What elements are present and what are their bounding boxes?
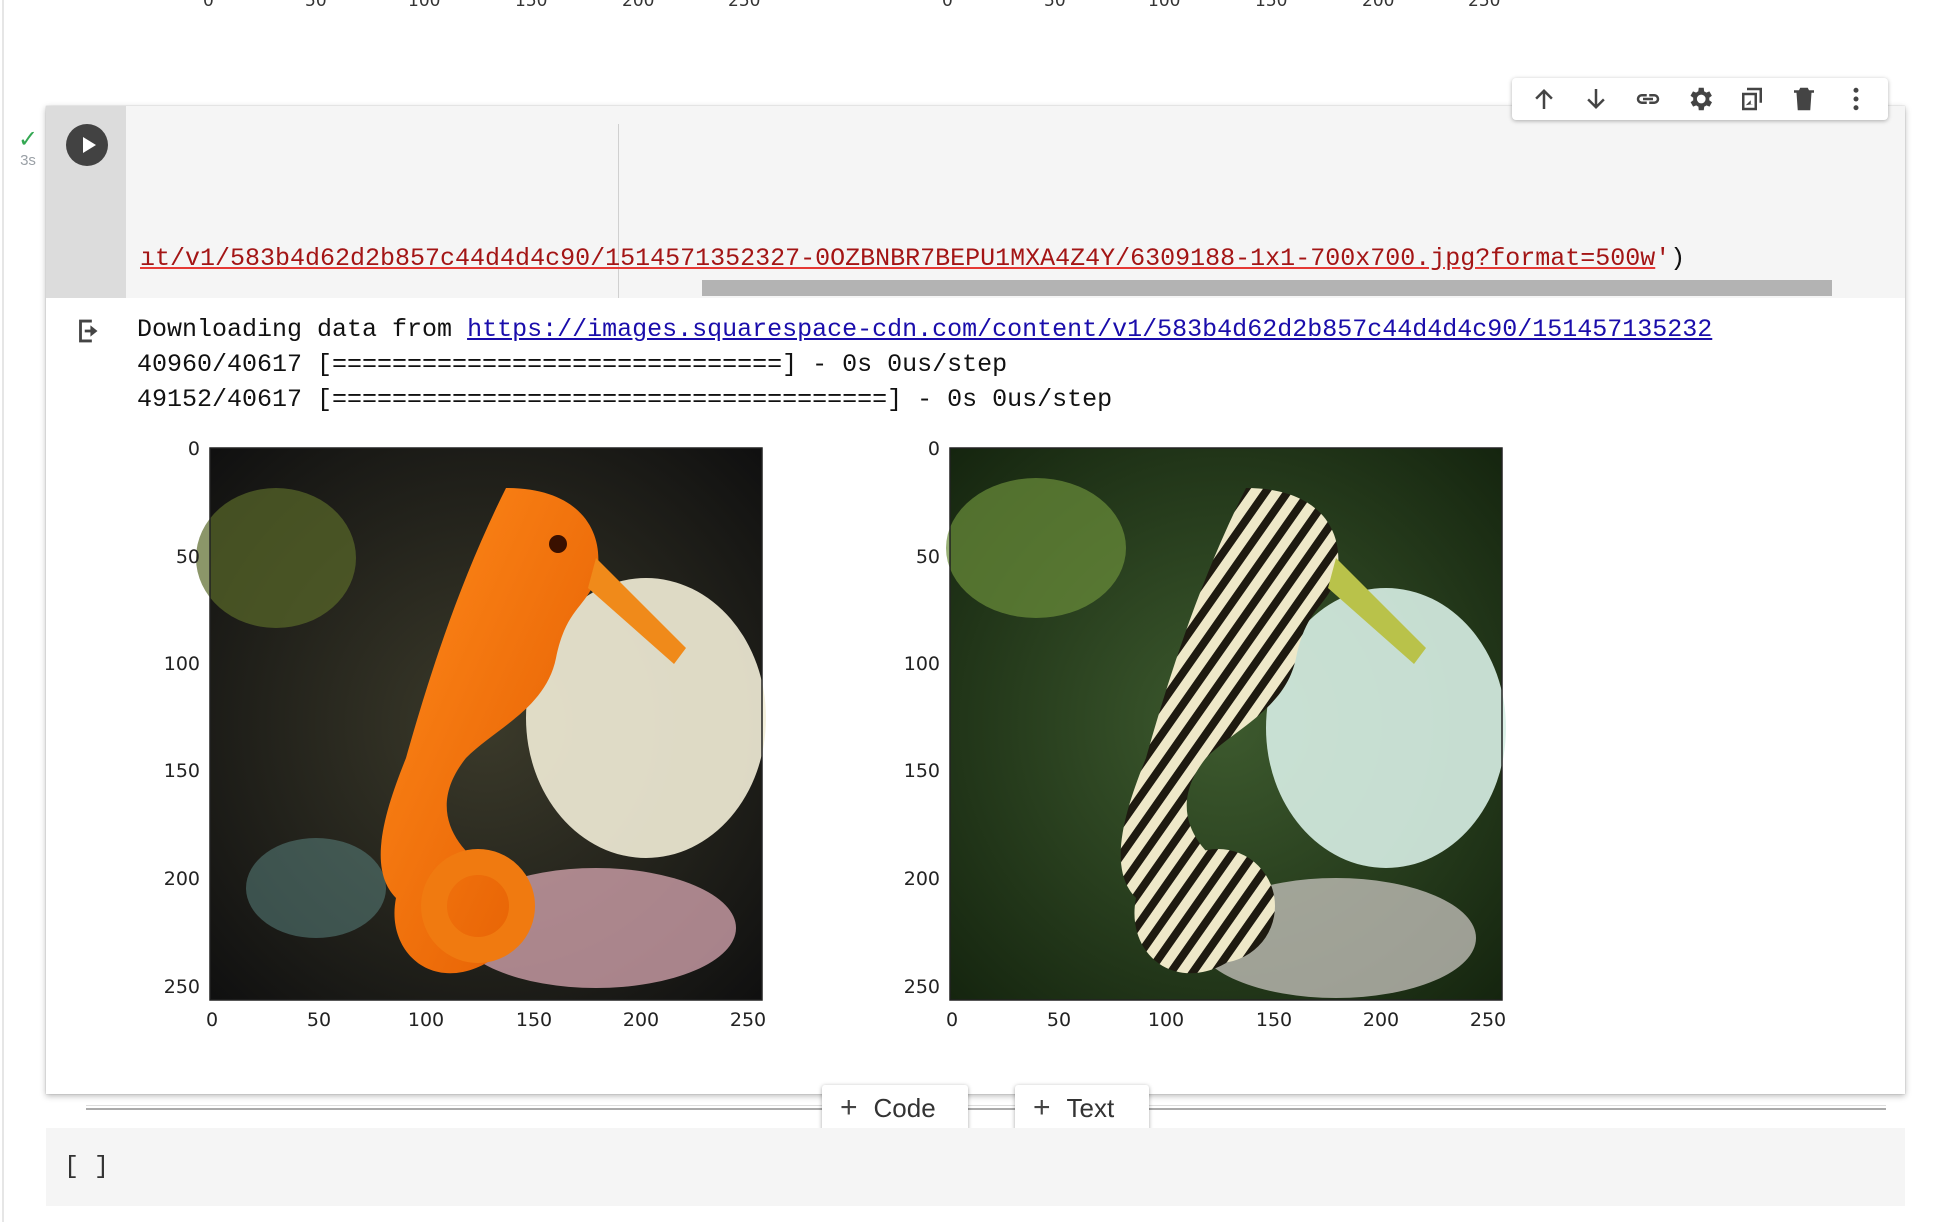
download-prefix: Downloading data from [137,315,468,344]
delete-icon[interactable] [1787,82,1821,116]
more-vert-icon[interactable] [1839,82,1873,116]
add-text-label: Text [1066,1092,1115,1123]
y-tick-label: 200 [904,868,940,890]
x-tick-label: 100 [408,1009,444,1031]
y-tick-label: 150 [904,760,940,782]
gear-icon[interactable] [1683,82,1717,116]
link-icon[interactable] [1631,82,1665,116]
notebook-left-border [2,0,4,1222]
y-tick-label: 100 [904,653,940,675]
add-code-button[interactable]: + Code [822,1085,968,1131]
cell-divider [86,1108,1886,1110]
cell-divider-shadow [86,1105,1886,1106]
checkmark-icon: ✓ [17,126,39,153]
tick-label: 50 [1044,0,1066,10]
x-tick-label: 0 [946,1009,958,1031]
x-tick-label: 50 [307,1009,331,1031]
x-tick-label: 150 [1256,1009,1292,1031]
plot-original-seahorse: 0 50 100 150 200 250 0 50 100 150 200 25… [126,428,766,1031]
tick-label: 150 [1255,0,1288,10]
y-tick-label: 250 [164,976,200,998]
execution-time: 3s [20,152,36,169]
code-editor[interactable]: ıt/v1/583b4d62d2b857c44d4d4c90/151457135… [126,106,1905,298]
cell-output: Downloading data from https://images.squ… [46,298,1905,1094]
code-line[interactable]: ıt/v1/583b4d62d2b857c44d4d4c90/151457135… [140,244,1685,273]
code-cell[interactable]: ıt/v1/583b4d62d2b857c44d4d4c90/151457135… [46,106,1905,1094]
image-panel [946,447,1506,1001]
previous-output-tick-labels: 0 50 100 150 200 250 0 50 100 150 200 25… [0,0,1934,10]
tick-label: 100 [1148,0,1181,10]
tick-label: 200 [622,0,655,10]
y-tick-label: 50 [916,546,940,568]
output-menu-icon[interactable] [72,314,106,348]
tick-label: 50 [305,0,327,10]
y-tick-label: 0 [188,438,200,460]
code-quote: ' [1655,244,1671,273]
y-axis: 0 50 100 150 200 250 [164,438,200,998]
tick-label: 250 [1468,0,1501,10]
x-tick-label: 150 [516,1009,552,1031]
plot-zebra-seahorse: 0 50 100 150 200 250 0 50 100 150 200 25… [866,428,1506,1031]
x-tick-label: 100 [1148,1009,1184,1031]
tick-label: 0 [942,0,953,10]
arrow-down-icon[interactable] [1579,82,1613,116]
image-panel [196,447,766,1001]
code-string: ıt/v1/583b4d62d2b857c44d4d4c90/151457135… [140,244,1656,273]
add-text-button[interactable]: + Text [1015,1085,1149,1131]
run-cell-button[interactable] [66,124,108,166]
tick-label: 200 [1362,0,1395,10]
y-tick-label: 0 [928,438,940,460]
tick-label: 250 [728,0,761,10]
progress-line-1: 40960/40617 [===========================… [137,350,1008,379]
tick-label: 0 [203,0,214,10]
x-tick-label: 200 [1363,1009,1399,1031]
plus-icon: + [840,1091,858,1124]
y-tick-label: 150 [164,760,200,782]
tick-label: 150 [515,0,548,10]
cell-gutter [46,106,126,298]
y-tick-label: 50 [176,546,200,568]
stdout-text: Downloading data from https://images.squ… [137,312,1712,417]
x-axis: 0 50 100 150 200 250 [946,1009,1506,1031]
tick-label: 100 [408,0,441,10]
code-paren: ) [1670,244,1686,273]
x-tick-label: 250 [730,1009,766,1031]
x-axis: 0 50 100 150 200 250 [206,1009,766,1031]
empty-code-cell[interactable]: [ ] [46,1128,1905,1206]
y-axis: 0 50 100 150 200 250 [904,438,940,998]
download-link[interactable]: https://images.squarespace-cdn.com/conte… [467,315,1712,344]
execution-count-placeholder: [ ] [64,1152,110,1181]
x-tick-label: 50 [1047,1009,1071,1031]
add-code-label: Code [873,1092,936,1123]
y-tick-label: 200 [164,868,200,890]
editor-horizontal-scrollbar[interactable] [702,280,1832,296]
progress-line-2: 49152/40617 [===========================… [137,385,1113,414]
plus-icon: + [1033,1091,1051,1124]
x-tick-label: 0 [206,1009,218,1031]
arrow-up-icon[interactable] [1527,82,1561,116]
y-tick-label: 100 [164,653,200,675]
cell-toolbar [1512,78,1888,120]
y-tick-label: 250 [904,976,940,998]
x-tick-label: 250 [1470,1009,1506,1031]
cell-execution-status: ✓ 3s [8,128,48,170]
mirror-cell-icon[interactable] [1735,82,1769,116]
x-tick-label: 200 [623,1009,659,1031]
